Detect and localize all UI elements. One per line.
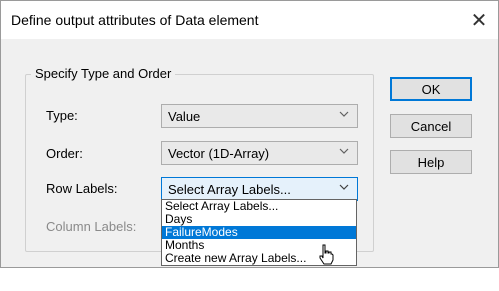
- chevron-down-icon: [339, 111, 349, 117]
- title-bar[interactable]: Define output attributes of Data element…: [1, 1, 498, 39]
- type-value: Value: [168, 109, 201, 124]
- row-labels-combobox[interactable]: Select Array Labels...: [161, 177, 358, 201]
- chevron-down-icon: [339, 148, 349, 154]
- type-label: Type:: [46, 108, 78, 123]
- chevron-down-icon: [339, 184, 349, 190]
- type-combobox[interactable]: Value: [161, 104, 358, 128]
- help-button[interactable]: Help: [390, 150, 472, 174]
- ok-button[interactable]: OK: [390, 77, 472, 101]
- row-labels-label: Row Labels:: [46, 181, 118, 196]
- close-icon[interactable]: ✕: [466, 7, 492, 33]
- column-labels-label: Column Labels:: [46, 219, 137, 234]
- hand-pointer-cursor-icon: [319, 244, 334, 265]
- groupbox-title: Specify Type and Order: [31, 66, 176, 81]
- order-label: Order:: [46, 146, 83, 161]
- dialog-title: Define output attributes of Data element: [11, 12, 259, 28]
- row-labels-value: Select Array Labels...: [168, 182, 291, 197]
- order-combobox[interactable]: Vector (1D-Array): [161, 141, 358, 165]
- order-value: Vector (1D-Array): [168, 146, 270, 161]
- cancel-button[interactable]: Cancel: [390, 114, 472, 138]
